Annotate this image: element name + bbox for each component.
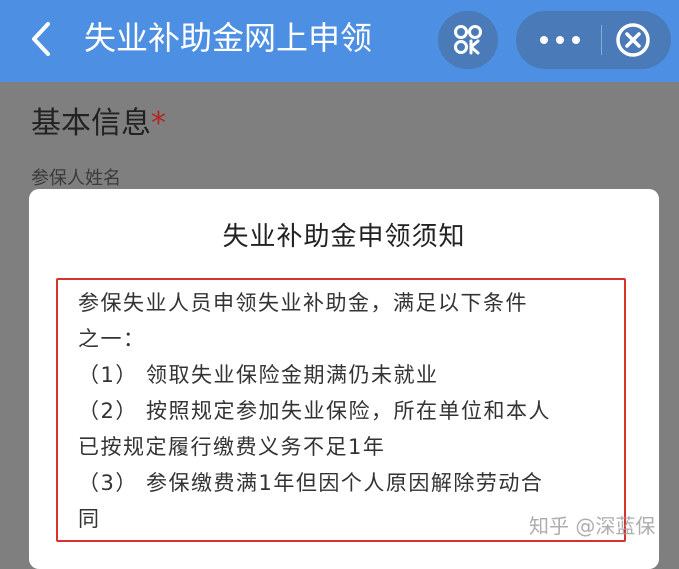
notice-line: 同: [78, 507, 101, 531]
notice-line: 已按规定履行缴费义务不足1年: [78, 435, 386, 459]
required-mark: *: [151, 106, 166, 141]
mini-program-button[interactable]: [438, 11, 498, 69]
page-title: 失业补助金网上申领: [84, 19, 373, 57]
more-button[interactable]: [516, 11, 600, 69]
chevron-left-icon: [32, 22, 50, 56]
watermark: 知乎 @深蓝保: [529, 514, 656, 538]
back-button[interactable]: [22, 14, 62, 64]
section-title-text: 基本信息: [31, 106, 151, 141]
dialog-title: 失业补助金申领须知: [222, 222, 466, 252]
capsule-menu: [516, 11, 671, 69]
notice-line: （2） 按照规定参加失业保险，所在单位和本人: [78, 399, 552, 423]
notice-highlight-box: 参保失业人员申领失业补助金，满足以下条件 之一： （1） 领取失业保险金期满仍未…: [56, 278, 626, 542]
close-circle-icon: [616, 23, 650, 57]
mini-program-icon: [454, 25, 482, 55]
close-button[interactable]: [602, 11, 671, 69]
notice-line: 参保失业人员申领失业补助金，满足以下条件: [78, 291, 528, 315]
notice-line: 之一：: [78, 327, 146, 351]
notice-line: （3） 参保缴费满1年但因个人原因解除劳动合: [78, 471, 544, 495]
top-nav-bar: 失业补助金网上申领: [0, 0, 679, 82]
more-dots-icon: [540, 36, 580, 44]
basic-info-heading: 基本信息*: [31, 104, 166, 144]
notice-line: （1） 领取失业保险金期满仍未就业: [78, 363, 439, 387]
